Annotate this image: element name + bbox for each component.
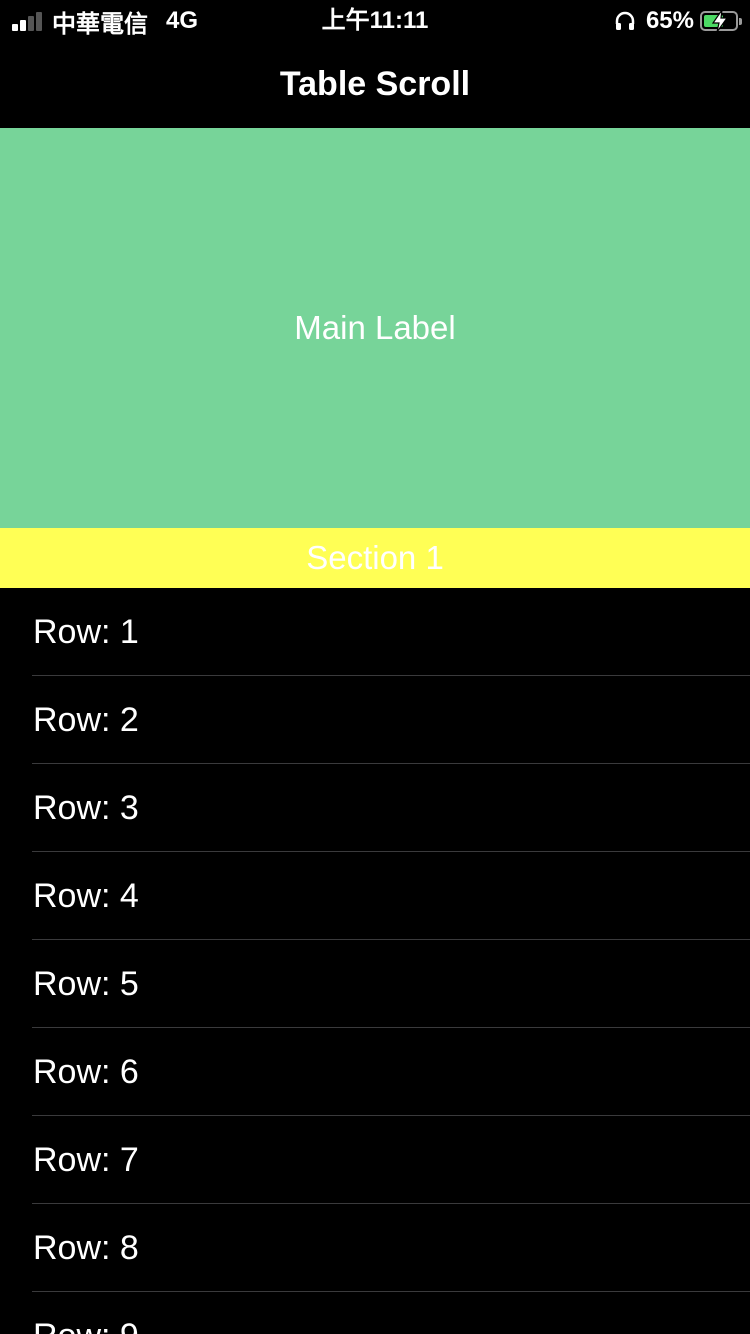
- row-label: Row: 6: [33, 1053, 139, 1091]
- battery-cap: [739, 18, 742, 25]
- row-label: Row: 9: [33, 1292, 139, 1334]
- table-row[interactable]: Row: 9: [0, 1292, 750, 1334]
- page-title: Table Scroll: [279, 64, 471, 103]
- row-label: Row: 1: [33, 613, 139, 651]
- navigation-bar: Table Scroll: [0, 40, 750, 128]
- main-label: Main Label: [294, 309, 456, 346]
- table-row[interactable]: Row: 6: [0, 1028, 750, 1116]
- table-row[interactable]: Row: 8: [0, 1204, 750, 1292]
- battery-percent: 65%: [645, 7, 694, 34]
- row-label: Row: 5: [33, 965, 139, 1003]
- row-label: Row: 2: [33, 701, 139, 739]
- headphone-icon: [615, 11, 635, 30]
- table-row[interactable]: Row: 3: [0, 764, 750, 852]
- table-header-view: Main Label: [0, 128, 750, 528]
- section-title: Section 1: [306, 539, 444, 576]
- table-row[interactable]: Row: 2: [0, 676, 750, 764]
- row-label: Row: 7: [33, 1141, 139, 1179]
- row-label: Row: 8: [33, 1229, 139, 1267]
- table-row[interactable]: Row: 5: [0, 940, 750, 1028]
- table-row[interactable]: Row: 1: [0, 588, 750, 676]
- table-view[interactable]: Row: 1 Row: 2 Row: 3 Row: 4 Row: 5 Row: 6 Row:…: [0, 588, 750, 1334]
- row-label: Row: 4: [33, 877, 139, 915]
- table-row[interactable]: Row: 4: [0, 852, 750, 940]
- status-bar: 中華電信 4G 上午11:11 65%: [0, 0, 750, 40]
- table-row[interactable]: Row: 7: [0, 1116, 750, 1204]
- section-header: Section 1: [0, 528, 750, 588]
- battery-charging-icon: [700, 9, 742, 33]
- charging-bolt-icon: [711, 9, 729, 33]
- status-bar-right: 65%: [614, 6, 742, 36]
- row-label: Row: 3: [33, 789, 139, 827]
